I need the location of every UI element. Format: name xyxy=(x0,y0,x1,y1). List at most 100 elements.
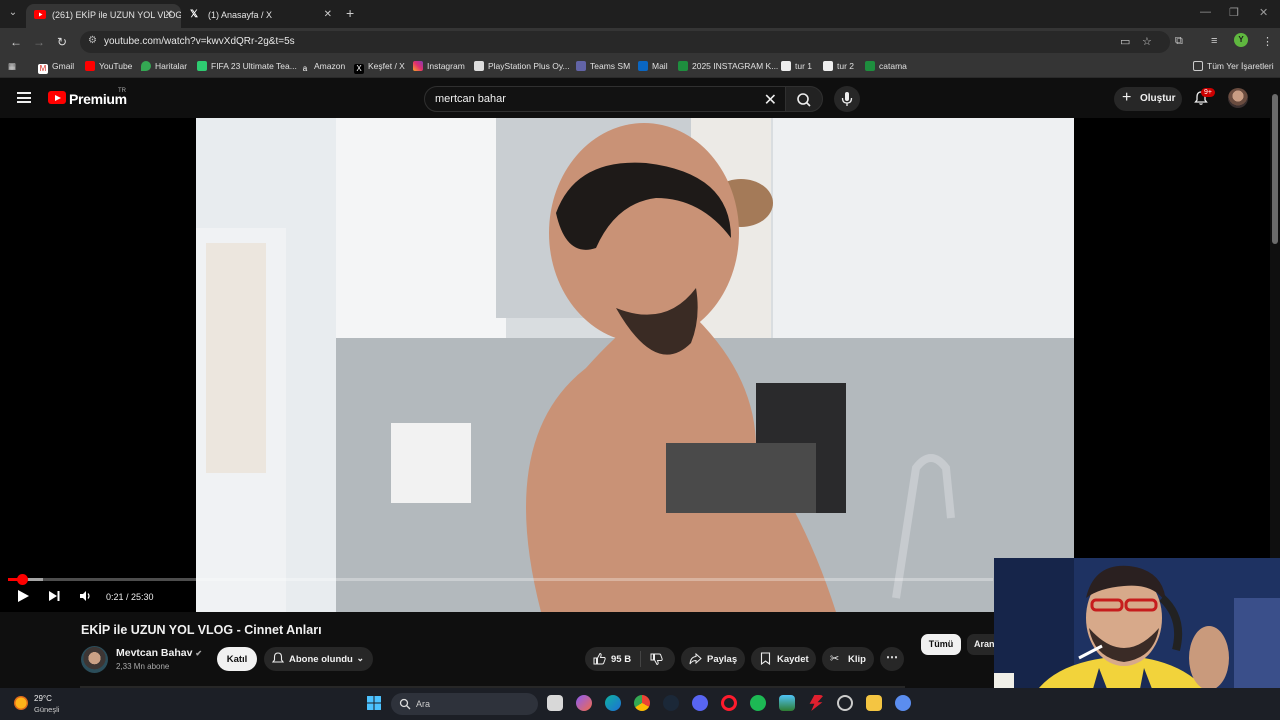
more-actions-icon[interactable]: ⋯ xyxy=(880,647,904,671)
apps-grid-icon[interactable]: ▦ xyxy=(8,61,16,72)
folder-icon xyxy=(1193,61,1203,71)
bookmark-playstation[interactable]: PlayStation Plus Oy... xyxy=(474,61,570,71)
verified-badge-icon: ✔ xyxy=(195,649,203,658)
video-player[interactable]: 0:21 / 25:30 xyxy=(0,118,1270,612)
taskbar-search[interactable]: Ara xyxy=(391,693,538,715)
play-icon[interactable] xyxy=(16,589,30,603)
player-controls: 0:21 / 25:30 xyxy=(0,574,1000,612)
channel-name[interactable]: Mevtcan Bahav ✔ xyxy=(116,647,202,659)
bookmark-catama[interactable]: catama xyxy=(865,61,907,71)
page-icon xyxy=(823,61,833,71)
windows-start-icon[interactable] xyxy=(366,695,382,711)
guide-menu-icon[interactable] xyxy=(17,92,31,103)
time-display: 0:21 / 25:30 xyxy=(106,592,154,602)
address-bar[interactable]: ⚙ youtube.com/watch?v=kwvXdQRr-2g&t=5s xyxy=(80,31,1170,53)
video-frame[interactable] xyxy=(196,118,1074,612)
reload-icon[interactable]: ↻ xyxy=(57,35,67,49)
progress-bar[interactable] xyxy=(8,574,993,585)
app-icon[interactable] xyxy=(895,695,911,711)
bookmark-star-icon[interactable]: ☆ xyxy=(1142,35,1152,48)
channel-avatar[interactable] xyxy=(81,646,108,673)
chrome-icon[interactable] xyxy=(634,695,650,711)
store-icon[interactable] xyxy=(779,695,795,711)
maximize-icon[interactable]: ❐ xyxy=(1229,6,1239,19)
youtube-logo-icon[interactable] xyxy=(48,91,66,104)
search-icon xyxy=(399,698,411,710)
chevron-down-icon: ⌄ xyxy=(356,653,364,663)
gmail-icon: M xyxy=(38,64,48,74)
bookmark-youtube[interactable]: YouTube xyxy=(85,61,132,71)
tab-title: (261) EKİP ile UZUN YOL VLOG xyxy=(52,10,181,20)
account-avatar[interactable] xyxy=(1228,88,1248,108)
tab-x-home[interactable]: 𝕏 (1) Anasayfa / X ✕ xyxy=(182,4,340,28)
bookmark-instagram[interactable]: Instagram xyxy=(413,61,465,71)
new-tab-icon[interactable]: + xyxy=(346,5,354,21)
settings-gear-icon[interactable] xyxy=(837,695,853,711)
edge-icon[interactable] xyxy=(605,695,621,711)
steam-icon[interactable] xyxy=(663,695,679,711)
opera-gx-icon[interactable] xyxy=(721,695,737,711)
youtube-icon xyxy=(34,10,46,20)
microphone-icon xyxy=(841,92,853,106)
save-button[interactable]: Kaydet xyxy=(751,647,816,671)
media-control-icon[interactable]: ≡ xyxy=(1211,35,1217,47)
discord-icon[interactable] xyxy=(692,695,708,711)
join-button[interactable]: Katıl xyxy=(217,647,257,671)
voice-search-button[interactable] xyxy=(834,86,860,112)
bookmark-tur1[interactable]: tur 1 xyxy=(781,61,812,71)
bookmark-tur2[interactable]: tur 2 xyxy=(823,61,854,71)
clip-button[interactable]: ✂ Klip xyxy=(822,647,874,671)
tab-search-chevron-icon[interactable]: ⌄ xyxy=(4,4,22,22)
like-button[interactable]: 95 B xyxy=(585,647,675,671)
bookmarks-bar: ▦ M Gmail YouTube Haritalar FIFA 23 Ultim… xyxy=(0,56,1280,78)
profile-avatar-icon[interactable]: Y xyxy=(1234,33,1248,47)
bookmark-instagram-sheet[interactable]: 2025 INSTAGRAM K... xyxy=(678,61,778,71)
all-bookmarks[interactable]: Tüm Yer İşaretleri xyxy=(1193,61,1274,71)
extensions-icon[interactable]: ⧉ xyxy=(1175,35,1183,48)
scrollbar-thumb[interactable] xyxy=(1272,94,1278,244)
tab-youtube-video[interactable]: (261) EKİP ile UZUN YOL VLOG ✕ xyxy=(26,4,181,28)
create-button[interactable]: + Oluştur xyxy=(1114,87,1182,111)
forward-arrow-icon[interactable]: → xyxy=(33,35,45,49)
notification-count-badge: 9+ xyxy=(1201,88,1215,97)
bell-icon xyxy=(272,652,284,663)
bookmark-teams[interactable]: Teams SM xyxy=(576,61,630,71)
url-text: youtube.com/watch?v=kwvXdQRr-2g&t=5s xyxy=(104,36,295,47)
install-app-icon[interactable]: ▭ xyxy=(1120,35,1130,48)
site-info-icon[interactable]: ⚙ xyxy=(88,35,97,46)
x-icon: 𝕏 xyxy=(190,9,199,20)
chip-all[interactable]: Tümü xyxy=(921,634,961,655)
search-button[interactable] xyxy=(785,86,823,112)
scrubber-knob[interactable] xyxy=(16,574,28,585)
minimize-icon[interactable]: — xyxy=(1200,6,1211,18)
browser-menu-icon[interactable]: ⋮ xyxy=(1262,35,1273,48)
spotify-icon[interactable] xyxy=(750,695,766,711)
close-tab-icon[interactable]: ✕ xyxy=(165,9,173,20)
youtube-icon xyxy=(85,61,95,71)
sheets-icon xyxy=(865,61,875,71)
bookmark-x-explore[interactable]: X Keşfet / X xyxy=(354,61,405,74)
subscribed-button[interactable]: Abone olundu ⌄ xyxy=(264,647,373,671)
search-input[interactable]: mertcan bahar ✕ xyxy=(424,86,786,112)
valorant-icon[interactable] xyxy=(809,695,824,711)
window-close-icon[interactable]: ✕ xyxy=(1259,6,1268,19)
close-tab-icon[interactable]: ✕ xyxy=(324,9,332,20)
clear-search-icon[interactable]: ✕ xyxy=(764,90,777,110)
share-button[interactable]: Paylaş xyxy=(681,647,745,671)
volume-icon[interactable] xyxy=(78,589,92,603)
bookmark-amazon[interactable]: a Amazon xyxy=(300,61,345,74)
thumbs-down-icon[interactable] xyxy=(650,653,663,666)
bookmark-gmail[interactable]: M Gmail xyxy=(38,61,74,74)
file-explorer-icon[interactable] xyxy=(866,695,882,711)
task-view-icon[interactable] xyxy=(547,695,563,711)
playstation-icon xyxy=(474,61,484,71)
next-video-icon[interactable] xyxy=(47,589,61,603)
bookmark-maps[interactable]: Haritalar xyxy=(141,61,187,71)
browser-tab-strip: ⌄ (261) EKİP ile UZUN YOL VLOG ✕ 𝕏 (1) A… xyxy=(0,0,1280,28)
weather-sun-icon[interactable] xyxy=(14,696,28,710)
bookmark-mail[interactable]: Mail xyxy=(638,61,668,71)
copilot-icon[interactable] xyxy=(576,695,592,711)
bookmark-fifa[interactable]: FIFA 23 Ultimate Tea... xyxy=(197,61,297,71)
search-query: mertcan bahar xyxy=(435,93,506,105)
back-arrow-icon[interactable]: ← xyxy=(10,35,22,49)
